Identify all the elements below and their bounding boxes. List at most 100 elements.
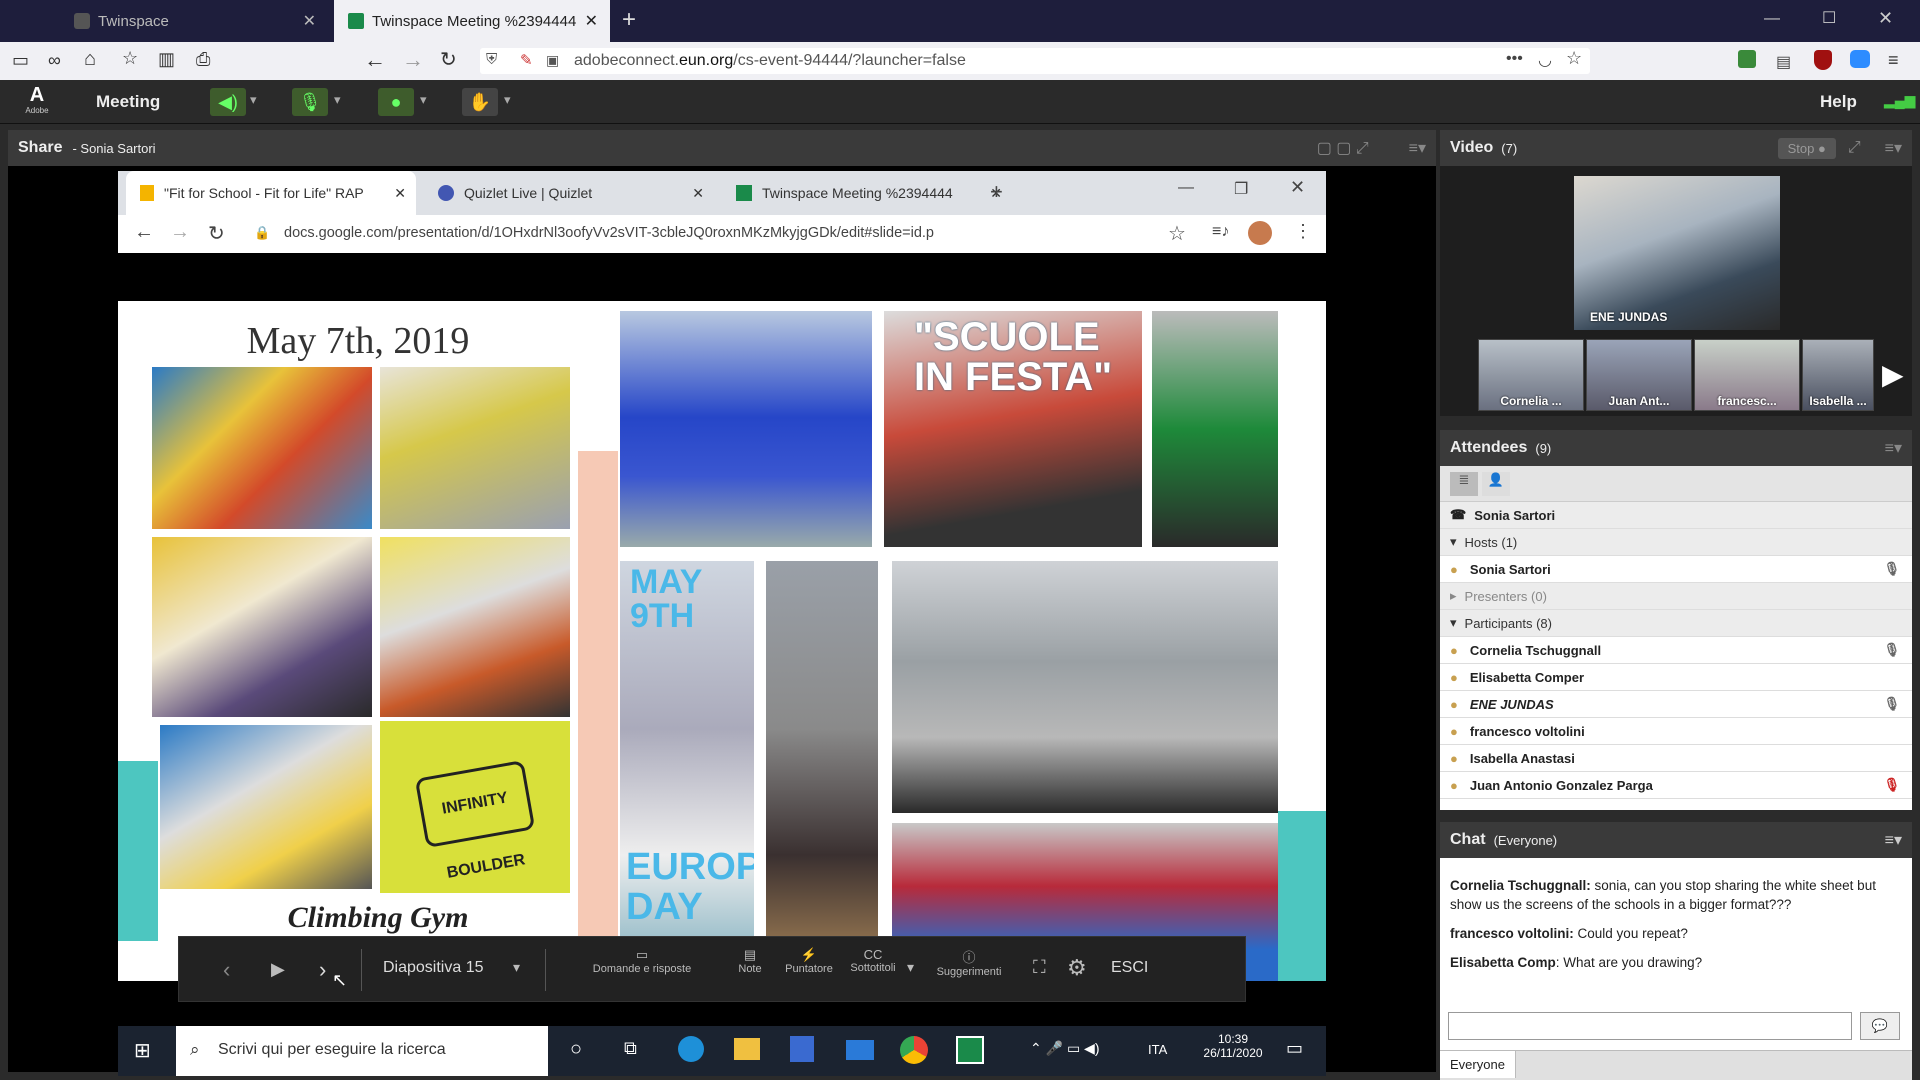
- microphone-icon[interactable]: 🎙: [292, 88, 328, 116]
- pod-menu-icon[interactable]: ≡▾: [1885, 830, 1902, 850]
- chevron-right-icon[interactable]: ▶: [1882, 358, 1904, 391]
- edge-icon[interactable]: [678, 1036, 704, 1062]
- play-button[interactable]: ▶: [271, 959, 285, 980]
- attendee-row[interactable]: ● Juan Antonio Gonzalez Parga 🎙: [1440, 772, 1912, 799]
- library-icon[interactable]: ▥: [158, 49, 175, 70]
- reload-icon[interactable]: ↻: [208, 221, 225, 246]
- extension-icon[interactable]: [1738, 50, 1756, 68]
- language-indicator[interactable]: ITA: [1148, 1042, 1167, 1057]
- fullscreen-icon[interactable]: ⛶: [1033, 957, 1046, 978]
- layout-icon[interactable]: ▢ ▢ ⤢: [1317, 138, 1369, 158]
- video-thumb-cornelia[interactable]: Cornelia ...: [1478, 339, 1584, 411]
- avatar[interactable]: [1248, 221, 1272, 245]
- attendee-row[interactable]: ● Cornelia Tschuggnall 🎙: [1440, 637, 1912, 664]
- taskbar-search-box[interactable]: ⌕ Scrivi qui per eseguire la ricerca: [176, 1026, 548, 1076]
- cortana-icon[interactable]: ○: [570, 1038, 582, 1061]
- back-icon[interactable]: ←: [364, 47, 386, 73]
- forward-icon[interactable]: →: [170, 221, 190, 244]
- system-tray-icons[interactable]: ⌃ 🎤 ▭ ◀): [1030, 1040, 1100, 1057]
- pod-menu-icon[interactable]: ≡▾: [1885, 138, 1902, 158]
- sidebar-icon[interactable]: ▭: [12, 50, 29, 71]
- send-message-button[interactable]: 💬: [1860, 1012, 1900, 1040]
- qa-button[interactable]: ▭ Domande e risposte: [567, 947, 717, 975]
- mask-icon[interactable]: ∞: [48, 50, 61, 71]
- clock[interactable]: 10:39 26/11/2020: [1198, 1032, 1268, 1060]
- mail-icon[interactable]: [846, 1040, 874, 1060]
- menu-icon[interactable]: ⋮: [1294, 221, 1312, 242]
- stop-video-button[interactable]: Stop ●: [1777, 137, 1836, 159]
- chevron-down-icon[interactable]: ▾: [420, 92, 427, 108]
- role-view-icon[interactable]: 👤: [1481, 472, 1510, 496]
- notification-icon[interactable]: ▭: [1286, 1038, 1303, 1059]
- chevron-down-icon[interactable]: ▾: [334, 92, 341, 108]
- close-icon[interactable]: ✕: [585, 11, 598, 31]
- chrome-url-text[interactable]: docs.google.com/presentation/d/1OHxdrNl3…: [284, 225, 934, 241]
- slide-number-select[interactable]: Diapositiva 15: [383, 959, 484, 977]
- file-explorer-icon[interactable]: [734, 1038, 760, 1060]
- suggestions-button[interactable]: ⓘ Suggerimenti: [927, 947, 1011, 978]
- fullscreen-icon[interactable]: ⤢: [1848, 139, 1861, 157]
- chevron-down-icon[interactable]: ▾: [907, 959, 914, 976]
- subtitles-button[interactable]: CC Sottotitoli: [843, 947, 903, 974]
- attendee-row[interactable]: ● ENE JUNDAS 🎙: [1440, 691, 1912, 718]
- attendee-row[interactable]: ● francesco voltolini: [1440, 718, 1912, 745]
- reload-icon[interactable]: ↻: [440, 47, 457, 72]
- help-menu[interactable]: Help: [1820, 92, 1857, 112]
- reader-icon[interactable]: ▤: [1776, 52, 1791, 72]
- hosts-group[interactable]: ▾ Hosts (1): [1440, 529, 1912, 556]
- attendee-row[interactable]: ● Isabella Anastasi: [1440, 745, 1912, 772]
- participants-group[interactable]: ▾ Participants (8): [1440, 610, 1912, 637]
- previous-slide-button[interactable]: ‹: [223, 957, 230, 983]
- ublock-icon[interactable]: [1814, 50, 1832, 70]
- back-icon[interactable]: ←: [134, 221, 154, 244]
- restore-button[interactable]: ❐: [1234, 179, 1248, 199]
- chevron-down-icon[interactable]: ▾: [504, 92, 511, 108]
- windows-start-icon[interactable]: ⊞: [134, 1038, 151, 1063]
- chrome-tab-slides[interactable]: "Fit for School - Fit for Life" RAP ✕: [126, 171, 416, 215]
- video-thumb-isabella[interactable]: Isabella ...: [1802, 339, 1874, 411]
- bookmark-icon[interactable]: ☆: [122, 48, 138, 69]
- chrome-icon[interactable]: [900, 1036, 928, 1064]
- minimize-button[interactable]: —: [1178, 179, 1194, 197]
- browser-tab-meeting[interactable]: Twinspace Meeting %2394444 ✕: [334, 0, 610, 42]
- new-tab-button[interactable]: +: [990, 179, 1003, 205]
- menu-icon[interactable]: ≡: [1888, 50, 1899, 71]
- chat-input[interactable]: [1448, 1012, 1852, 1040]
- pointer-button[interactable]: ⚡ Puntatore: [779, 947, 839, 975]
- zoom-ext-icon[interactable]: [1850, 50, 1870, 68]
- forward-icon[interactable]: →: [402, 47, 424, 73]
- attendee-row[interactable]: ● Sonia Sartori 🎙: [1440, 556, 1912, 583]
- address-bar[interactable]: ⛨ ✎ ▣ adobeconnect.eun.org/cs-event-9444…: [480, 48, 1590, 74]
- new-tab-button[interactable]: +: [622, 6, 636, 34]
- webcam-icon[interactable]: ●: [378, 88, 414, 116]
- browser-tab-twinspace[interactable]: Twinspace ✕: [60, 0, 328, 42]
- exit-button[interactable]: ESCI: [1111, 959, 1148, 977]
- close-icon[interactable]: ✕: [303, 11, 316, 31]
- close-window-button[interactable]: ✕: [1878, 8, 1893, 29]
- media-icon[interactable]: ≡♪: [1212, 223, 1229, 241]
- notes-button[interactable]: ▤ Note: [725, 947, 775, 975]
- list-view-icon[interactable]: ≣: [1450, 472, 1478, 496]
- minimize-button[interactable]: —: [1764, 10, 1780, 28]
- attendee-row[interactable]: ● Elisabetta Comper: [1440, 664, 1912, 691]
- gear-icon[interactable]: ⚙: [1067, 955, 1087, 981]
- more-icon[interactable]: •••: [1506, 50, 1523, 68]
- chrome-tab-quizlet[interactable]: Quizlet Live | Quizlet ✕: [424, 171, 714, 215]
- print-icon[interactable]: ⎙: [196, 49, 210, 70]
- speaker-icon[interactable]: ◀): [210, 88, 246, 116]
- close-icon[interactable]: ✕: [394, 185, 406, 202]
- pod-menu-icon[interactable]: ≡▾: [1885, 438, 1902, 458]
- star-icon[interactable]: ☆: [1566, 48, 1582, 69]
- presenters-group[interactable]: ▸ Presenters (0): [1440, 583, 1912, 610]
- star-icon[interactable]: ☆: [1168, 221, 1186, 246]
- video-thumb-francesco[interactable]: francesc...: [1694, 339, 1800, 411]
- chrome-tab-meeting[interactable]: Twinspace Meeting %2394444 ✕: [722, 171, 1012, 215]
- meeting-menu[interactable]: Meeting: [96, 92, 160, 112]
- task-view-icon[interactable]: ⧉: [624, 1038, 637, 1059]
- main-video[interactable]: ENE JUNDAS: [1574, 176, 1780, 330]
- chevron-down-icon[interactable]: ▾: [513, 959, 520, 976]
- pod-menu-icon[interactable]: ≡▾: [1409, 138, 1426, 158]
- raise-hand-icon[interactable]: ✋: [462, 88, 498, 116]
- close-window-button[interactable]: ✕: [1290, 177, 1305, 198]
- current-user-row[interactable]: ☎ Sonia Sartori: [1440, 502, 1912, 529]
